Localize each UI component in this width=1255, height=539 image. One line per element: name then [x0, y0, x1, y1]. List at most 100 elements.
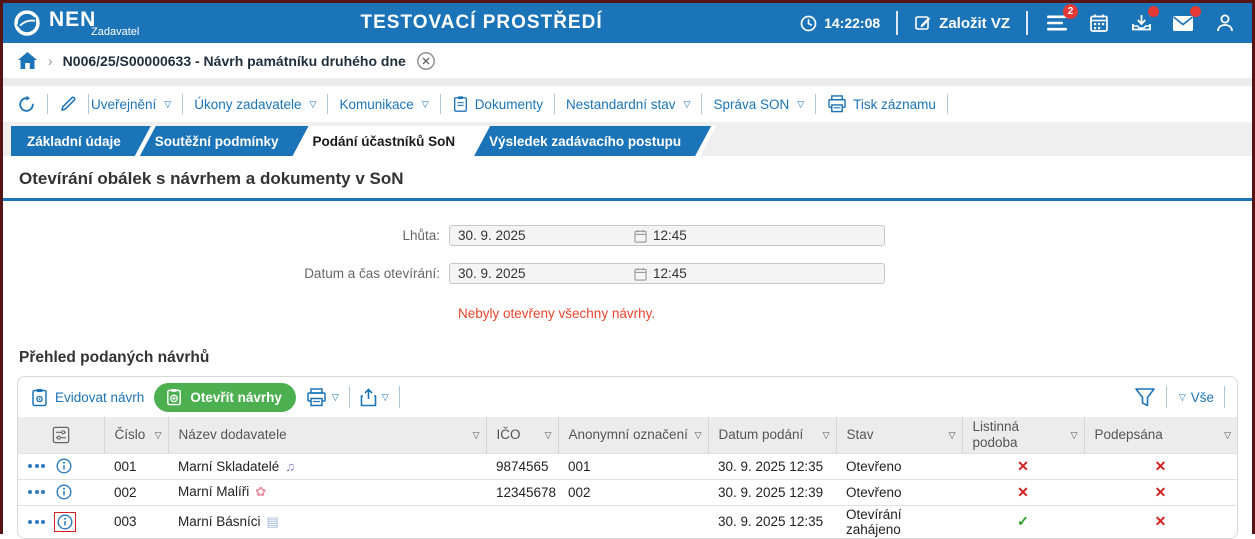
actionbar-menu-spr-va-son[interactable]: Správa SON ▽: [702, 97, 815, 112]
tab-wrap: Výsledek zadávacího postupu: [473, 126, 711, 156]
cell-number-value: 001: [114, 459, 137, 474]
create-tender-button[interactable]: Založit VZ: [914, 14, 1010, 32]
datetime-input[interactable]: 30. 9. 202512:45: [449, 225, 885, 246]
tab-základní-údaje[interactable]: Základní údaje: [11, 126, 151, 156]
chevron-down-icon: ▽: [310, 99, 317, 110]
breadcrumb-record[interactable]: N006/25/S00000633 - Návrh památníku druh…: [63, 53, 406, 69]
sort-filter-icon[interactable]: ▽: [1224, 430, 1231, 440]
info-icon-highlighted[interactable]: [54, 512, 76, 532]
sort-filter-icon[interactable]: ▽: [545, 430, 552, 440]
messages-alert-badge: [1190, 6, 1201, 17]
sort-filter-icon[interactable]: ▽: [695, 430, 702, 440]
actionbar-menu-label: Úkony zadavatele: [194, 97, 301, 112]
info-icon-wrap[interactable]: [54, 457, 74, 475]
calendar-icon: [634, 267, 647, 281]
cell-signed: ✕: [1084, 505, 1237, 538]
actionbar-menu-tisk-z-znamu[interactable]: Tisk záznamu: [816, 95, 947, 113]
actionbar-menu-uve-ejn-n-[interactable]: Uveřejnění▽: [89, 97, 182, 112]
cell-signed: ✕: [1084, 479, 1237, 505]
cell-ico: [486, 505, 558, 538]
tab-výsledek-zadávacího-postupu[interactable]: Výsledek zadávacího postupu: [473, 126, 711, 156]
tab-soutěžní-podmínky[interactable]: Soutěžní podmínky: [139, 126, 309, 156]
column-settings-icon[interactable]: [24, 426, 98, 444]
time-value-wrap: 12:45: [634, 266, 687, 281]
column-header-název-dodavatele: Název dodavatele▽: [168, 417, 486, 453]
printer-icon: [827, 95, 847, 113]
row-menu-dots[interactable]: [28, 464, 45, 468]
info-icon-wrap[interactable]: [54, 483, 74, 501]
chevron-down-icon: ▽: [422, 99, 429, 110]
sort-filter-icon[interactable]: ▽: [1071, 430, 1078, 440]
cell-paper-form: ✕: [962, 453, 1084, 479]
table-row: 002Marní Malíři✿1234567800230. 9. 2025 1…: [18, 479, 1237, 505]
tab-bar: Základní údajeSoutěžní podmínkyPodání úč…: [3, 122, 1252, 156]
main-content: Otevírání obálek s návrhem a dokumenty v…: [3, 156, 1252, 539]
calendar-icon: [1089, 13, 1109, 33]
filter-icon[interactable]: [1134, 387, 1156, 408]
page-title: Otevírání obálek s návrhem a dokumenty v…: [17, 156, 1238, 198]
cell-submitted: 30. 9. 2025 12:35: [708, 453, 836, 479]
actionbar-menu-nestandardn-stav[interactable]: Nestandardní stav▽: [555, 97, 701, 112]
cell-status-value: Otevírání zahájeno: [846, 507, 902, 537]
top-bar: NEN Zadavatel TESTOVACÍ PROSTŘEDÍ 14:22:…: [3, 3, 1252, 43]
actionbar-menu-label: Dokumenty: [475, 97, 543, 112]
datetime-input[interactable]: 30. 9. 202512:45: [449, 263, 885, 284]
cell-supplier: Marní Malíři✿: [168, 479, 486, 505]
record-action-bar: Uveřejnění▽ Úkony zadavatele ▽ Komunikace ▽ D…: [3, 86, 1252, 122]
chevron-down-icon: ▽: [797, 99, 804, 110]
tab-podání-účastníků-son[interactable]: Podání účastníků SoN: [297, 126, 486, 156]
field-label: Lhůta:: [17, 228, 449, 243]
inbox-button[interactable]: [1128, 10, 1154, 36]
cell-anonymous-value: 002: [568, 485, 591, 500]
divider: [3, 78, 1252, 86]
info-icon: [56, 484, 72, 500]
row-actions-cell: [18, 453, 104, 479]
sort-filter-icon[interactable]: ▽: [949, 430, 956, 440]
register-proposal-button[interactable]: Evidovat návrh: [30, 388, 144, 407]
sort-filter-icon[interactable]: ▽: [473, 430, 480, 440]
column-header-label: Datum podání: [719, 427, 804, 442]
export-table-button[interactable]: ▽: [360, 388, 389, 407]
messages-button[interactable]: [1170, 10, 1196, 36]
actionbar-menu-label: Správa SON: [713, 97, 789, 112]
actionbar-menu-dokumenty[interactable]: Dokumenty: [441, 95, 554, 113]
cell-status: Otevřeno: [836, 479, 962, 505]
actionbar-menu-label: Komunikace: [339, 97, 413, 112]
cell-supplier: Marní Skladatelé♫: [168, 453, 486, 479]
actionbar-menu-komunikace[interactable]: Komunikace ▽: [328, 97, 439, 112]
calendar-button[interactable]: [1086, 10, 1112, 36]
clipboard-gear-icon: [30, 388, 49, 407]
home-icon[interactable]: [17, 51, 38, 70]
close-record-icon[interactable]: [416, 51, 436, 71]
cell-anonymous: [558, 505, 708, 538]
column-header-číslo: Číslo▽: [104, 417, 168, 453]
actionbar-separator: [947, 94, 948, 114]
filter-scope-dropdown[interactable]: ▽ Vše: [1177, 390, 1214, 405]
task-menu-button[interactable]: 2: [1044, 10, 1070, 36]
row-menu-dots[interactable]: [28, 520, 45, 524]
toolbar-separator: [1224, 386, 1225, 408]
row-actions: [28, 512, 94, 532]
sort-filter-icon[interactable]: ▽: [155, 430, 162, 440]
actionbar-menu--kony-zadavatele[interactable]: Úkony zadavatele ▽: [183, 97, 327, 112]
cell-number: 003: [104, 505, 168, 538]
user-profile-button[interactable]: [1212, 10, 1238, 36]
export-icon: [360, 388, 377, 407]
row-menu-dots[interactable]: [28, 490, 45, 494]
column-header-label: Listinná podoba: [973, 419, 1020, 450]
sort-filter-icon[interactable]: ▽: [823, 430, 830, 440]
cell-number-value: 003: [114, 514, 137, 529]
chevron-down-icon: ▽: [382, 392, 389, 403]
download-tray-icon: [1131, 13, 1152, 33]
cell-anonymous: 002: [558, 479, 708, 505]
form-row: Lhůta:30. 9. 202512:45: [17, 225, 1238, 246]
proposals-table: Číslo▽Název dodavatele▽IČO▽Anonymní ozna…: [18, 417, 1237, 538]
refresh-button[interactable]: [15, 95, 47, 114]
music-note-icon: ♫: [285, 459, 295, 474]
open-proposals-button[interactable]: Otevřít návrhy: [154, 383, 296, 412]
column-settings-header: [18, 417, 104, 453]
calendar-icon: [634, 229, 647, 243]
check-icon: ✓: [1017, 513, 1029, 529]
edit-button[interactable]: [48, 95, 88, 113]
print-table-button[interactable]: ▽: [306, 388, 339, 407]
